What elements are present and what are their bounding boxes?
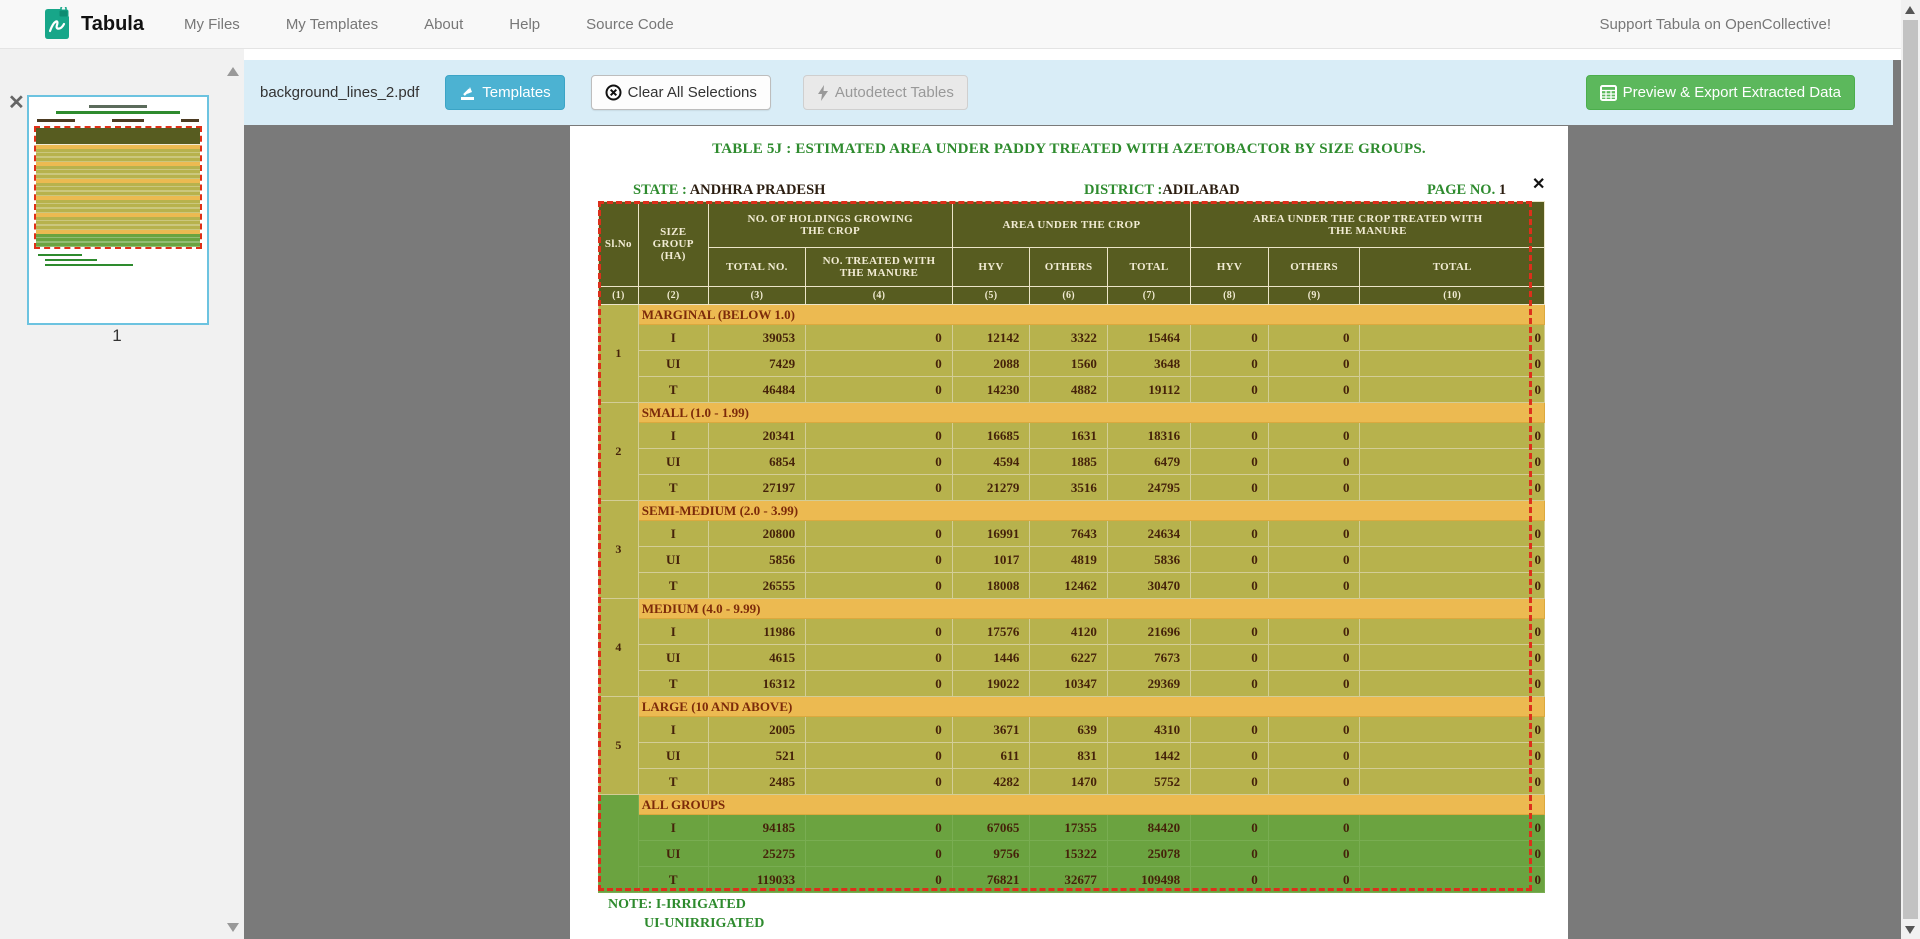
document-viewer: background_lines_2.pdf Templates Clear A…: [244, 49, 1901, 939]
export-table-icon: [1600, 85, 1617, 101]
nav-my-files[interactable]: My Files: [184, 16, 240, 33]
templates-button-label: Templates: [482, 84, 550, 101]
thumbnail-group-rows: [36, 234, 200, 247]
thumbnail-group-rows: [36, 183, 200, 196]
thumbnail-group-rows: [36, 166, 200, 179]
pdf-page[interactable]: TABLE 5J : ESTIMATED AREA UNDER PADDY TR…: [570, 126, 1568, 939]
thumbnail-notes: [33, 254, 203, 266]
state-label: STATE :: [633, 182, 687, 198]
thumbnail-group-rows: [36, 200, 200, 213]
window-scrollbar[interactable]: [1901, 0, 1920, 939]
nav-menu: My Files My Templates About Help Source …: [184, 16, 674, 33]
export-button-label: Preview & Export Extracted Data: [1623, 84, 1841, 101]
thumbnail-group-rows: [36, 149, 200, 162]
page-number-label: 1: [27, 326, 207, 346]
state-value: ANDHRA PRADESH: [690, 182, 826, 198]
pdf-note-line-2: UI-UNIRRIGATED: [644, 916, 764, 932]
district-value: ADILABAD: [1162, 182, 1239, 198]
thumbnail-meta-line: [37, 119, 199, 122]
thumbnail-title-line: [89, 105, 147, 108]
district-label: DISTRICT :: [1084, 182, 1162, 198]
tabula-logo-icon: [42, 7, 72, 41]
pdf-note-line-1: NOTE: I-IRRIGATED: [608, 897, 746, 913]
clear-selections-label: Clear All Selections: [628, 84, 757, 101]
autodetect-tables-button[interactable]: Autodetect Tables: [803, 75, 968, 110]
nav-about[interactable]: About: [424, 16, 463, 33]
navbar: Tabula My Files My Templates About Help …: [0, 0, 1901, 49]
selection-close-icon[interactable]: ✕: [1532, 177, 1545, 193]
brand-title: Tabula: [81, 13, 144, 36]
tabula-app: Tabula My Files My Templates About Help …: [0, 0, 1920, 939]
templates-icon: [459, 85, 476, 101]
selection-box[interactable]: [598, 201, 1532, 891]
filename-label: background_lines_2.pdf: [260, 84, 419, 101]
sidebar: ✕ 1: [0, 49, 244, 939]
sidebar-scroll-down-icon[interactable]: [227, 923, 239, 932]
page-thumbnail[interactable]: [27, 95, 209, 325]
autodetect-tables-label: Autodetect Tables: [835, 84, 954, 101]
clear-selections-button[interactable]: Clear All Selections: [591, 75, 771, 110]
page-no-value: 1: [1499, 182, 1506, 198]
nav-support-link[interactable]: Support Tabula on OpenCollective!: [1599, 16, 1831, 33]
thumbnail-subtitle-line: [56, 111, 180, 114]
clear-selections-icon: [605, 84, 622, 101]
nav-help[interactable]: Help: [509, 16, 540, 33]
thumbnail-group-rows: [36, 217, 200, 230]
thumbnail-selection-overlay: [34, 126, 202, 249]
autodetect-lightning-icon: [817, 85, 829, 101]
nav-my-templates[interactable]: My Templates: [286, 16, 378, 33]
page-no-label: PAGE NO.: [1427, 182, 1495, 198]
pdf-table-title: TABLE 5J : ESTIMATED AREA UNDER PADDY TR…: [570, 141, 1568, 158]
export-button[interactable]: Preview & Export Extracted Data: [1586, 75, 1855, 110]
templates-button[interactable]: Templates: [445, 75, 564, 110]
nav-source-code[interactable]: Source Code: [586, 16, 674, 33]
scroll-down-icon[interactable]: [1905, 926, 1915, 934]
toolbar: background_lines_2.pdf Templates Clear A…: [244, 60, 1893, 125]
brand[interactable]: Tabula: [42, 7, 144, 41]
remove-page-icon[interactable]: ✕: [8, 93, 25, 113]
thumbnail-table-header: [36, 128, 200, 145]
scroll-up-icon[interactable]: [1905, 6, 1915, 14]
sidebar-scroll-up-icon[interactable]: [227, 67, 239, 76]
scrollbar-thumb[interactable]: [1903, 20, 1918, 919]
